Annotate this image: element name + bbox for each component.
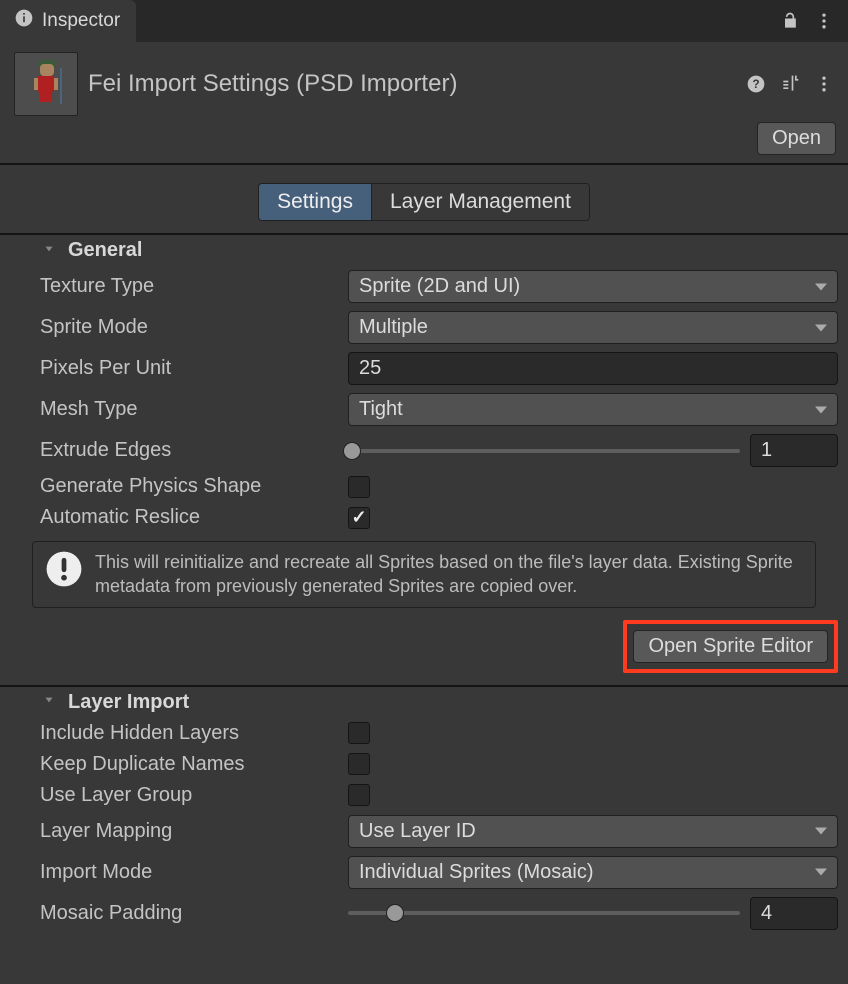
section-title: Layer Import (44, 691, 189, 714)
help-icon[interactable]: ? (746, 74, 766, 94)
checkbox-include-hidden[interactable] (348, 722, 370, 744)
tab-layer-management[interactable]: Layer Management (371, 184, 589, 220)
highlight-annotation: Open Sprite Editor (623, 620, 838, 673)
input-padding[interactable]: 4 (750, 897, 838, 930)
label-padding: Mosaic Padding (40, 902, 340, 925)
asset-thumbnail (14, 52, 78, 116)
label-ppu: Pixels Per Unit (40, 357, 340, 380)
window-tabbar: Inspector (0, 0, 848, 42)
subtab-group: Settings Layer Management (0, 165, 848, 233)
label-texture-type: Texture Type (40, 275, 340, 298)
label-gen-physics: Generate Physics Shape (40, 475, 340, 498)
preset-icon[interactable] (780, 74, 800, 94)
section-layer-import[interactable]: Layer Import (0, 687, 848, 718)
inspector-tab[interactable]: Inspector (0, 0, 136, 42)
tab-label: Inspector (42, 10, 120, 32)
info-box: This will reinitialize and recreate all … (32, 541, 816, 608)
select-mapping[interactable]: Use Layer ID (348, 815, 838, 848)
info-icon (14, 8, 34, 34)
checkbox-use-group[interactable] (348, 784, 370, 806)
slider-padding[interactable] (348, 911, 740, 915)
info-text: This will reinitialize and recreate all … (95, 550, 803, 599)
slider-extrude[interactable] (348, 449, 740, 453)
checkbox-auto-reslice[interactable] (348, 507, 370, 529)
label-auto-reslice: Automatic Reslice (40, 506, 340, 529)
select-import-mode[interactable]: Individual Sprites (Mosaic) (348, 856, 838, 889)
label-mesh-type: Mesh Type (40, 398, 340, 421)
checkbox-gen-physics[interactable] (348, 476, 370, 498)
input-ppu[interactable]: 25 (348, 352, 838, 385)
select-sprite-mode[interactable]: Multiple (348, 311, 838, 344)
lock-icon[interactable] (780, 11, 800, 31)
section-general[interactable]: General (0, 235, 848, 266)
label-use-group: Use Layer Group (40, 784, 340, 807)
label-keep-dup: Keep Duplicate Names (40, 753, 340, 776)
select-texture-type[interactable]: Sprite (2D and UI) (348, 270, 838, 303)
label-extrude: Extrude Edges (40, 439, 340, 462)
select-mesh-type[interactable]: Tight (348, 393, 838, 426)
input-extrude[interactable]: 1 (750, 434, 838, 467)
label-mapping: Layer Mapping (40, 820, 340, 843)
label-import-mode: Import Mode (40, 861, 340, 884)
tab-settings[interactable]: Settings (259, 184, 371, 220)
section-title: General (44, 239, 142, 262)
foldout-arrow-icon (42, 691, 56, 713)
asset-title: Fei Import Settings (PSD Importer) (88, 70, 457, 98)
kebab-icon[interactable] (814, 74, 834, 94)
kebab-icon[interactable] (814, 11, 834, 31)
foldout-arrow-icon (42, 240, 56, 262)
warning-icon (45, 550, 83, 594)
asset-header: Fei Import Settings (PSD Importer) ? (0, 42, 848, 122)
label-sprite-mode: Sprite Mode (40, 316, 340, 339)
checkbox-keep-dup[interactable] (348, 753, 370, 775)
open-sprite-editor-button[interactable]: Open Sprite Editor (633, 630, 828, 663)
svg-text:?: ? (752, 78, 759, 91)
open-button[interactable]: Open (757, 122, 836, 155)
label-include-hidden: Include Hidden Layers (40, 722, 340, 745)
